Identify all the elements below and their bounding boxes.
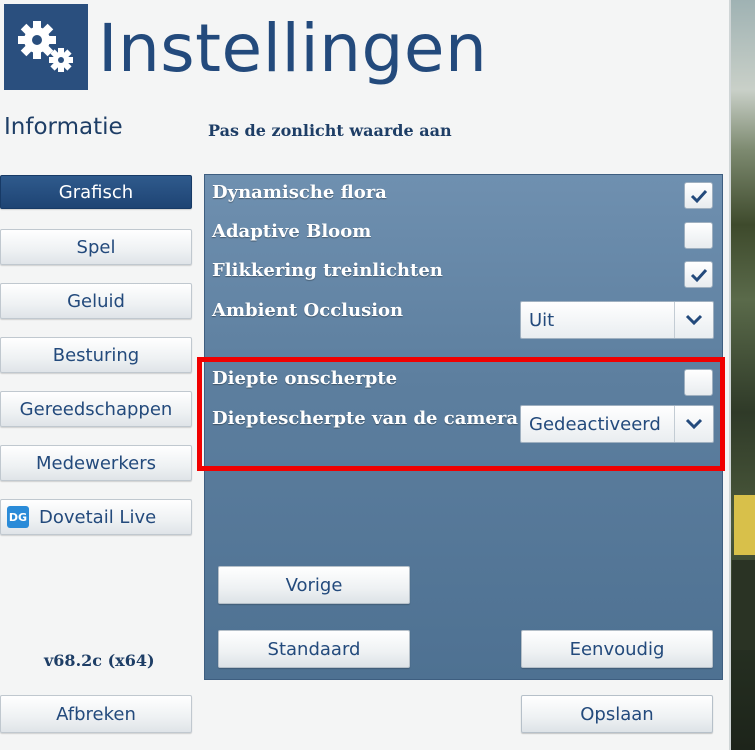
adaptive-bloom-checkbox[interactable] xyxy=(684,222,713,249)
sidebar-item-besturing[interactable]: Besturing xyxy=(0,337,192,373)
save-button[interactable]: Opslaan xyxy=(521,695,713,733)
sidebar-item-dovetail-live[interactable]: DG Dovetail Live xyxy=(0,499,192,535)
gears-icon xyxy=(18,21,73,72)
sidebar-item-label: Grafisch xyxy=(58,181,134,203)
sidebar-item-medewerkers[interactable]: Medewerkers xyxy=(0,445,192,481)
default-button-label: Standaard xyxy=(267,638,361,660)
sidebar-item-label: Gereedschappen xyxy=(19,398,173,420)
checkmark-icon xyxy=(690,268,707,282)
previous-button[interactable]: Vorige xyxy=(218,566,410,604)
option-label-adaptive-bloom: Adaptive Bloom xyxy=(212,221,372,242)
scenery-dark-object xyxy=(732,560,755,650)
simple-button-label: Eenvoudig xyxy=(569,638,665,660)
background-scenery xyxy=(730,0,755,750)
sidebar-item-gereedschappen[interactable]: Gereedschappen xyxy=(0,391,192,427)
sidebar-item-label: Medewerkers xyxy=(36,452,156,474)
settings-logo xyxy=(4,4,88,90)
cancel-button-label: Afbreken xyxy=(56,703,136,725)
save-button-label: Opslaan xyxy=(580,703,654,725)
flikkering-treinlichten-checkbox[interactable] xyxy=(684,261,713,288)
option-label-flikkering-treinlichten: Flikkering treinlichten xyxy=(212,260,443,281)
chevron-down-icon[interactable] xyxy=(674,302,713,338)
sidebar-item-grafisch[interactable]: Grafisch xyxy=(0,175,192,209)
default-button[interactable]: Standaard xyxy=(218,630,410,668)
highlight-box xyxy=(197,357,725,471)
sidebar-item-label: Besturing xyxy=(52,344,140,366)
option-label-dynamische-flora: Dynamische flora xyxy=(212,182,387,203)
window-edge xyxy=(729,0,731,750)
scenery-yellow-object xyxy=(734,495,755,555)
dynamische-flora-checkbox[interactable] xyxy=(684,182,713,209)
ambient-occlusion-select[interactable]: Uit xyxy=(520,301,714,339)
hint-text: Pas de zonlicht waarde aan xyxy=(208,121,452,140)
dovetail-live-icon: DG xyxy=(7,506,29,528)
sidebar-item-spel[interactable]: Spel xyxy=(0,229,192,265)
info-heading: Informatie xyxy=(4,114,123,140)
sidebar-item-label: Geluid xyxy=(67,290,125,312)
sidebar-item-label: Dovetail Live xyxy=(39,506,157,528)
option-label-ambient-occlusion: Ambient Occlusion xyxy=(212,300,404,321)
select-value: Uit xyxy=(529,309,555,331)
cancel-button[interactable]: Afbreken xyxy=(0,695,192,733)
checkmark-icon xyxy=(690,189,707,203)
sidebar-item-label: Spel xyxy=(76,236,116,258)
page-title: Instellingen xyxy=(98,10,488,87)
simple-button[interactable]: Eenvoudig xyxy=(521,630,713,668)
version-label: v68.2c (x64) xyxy=(44,651,155,670)
previous-button-label: Vorige xyxy=(285,574,343,596)
sidebar-item-geluid[interactable]: Geluid xyxy=(0,283,192,319)
